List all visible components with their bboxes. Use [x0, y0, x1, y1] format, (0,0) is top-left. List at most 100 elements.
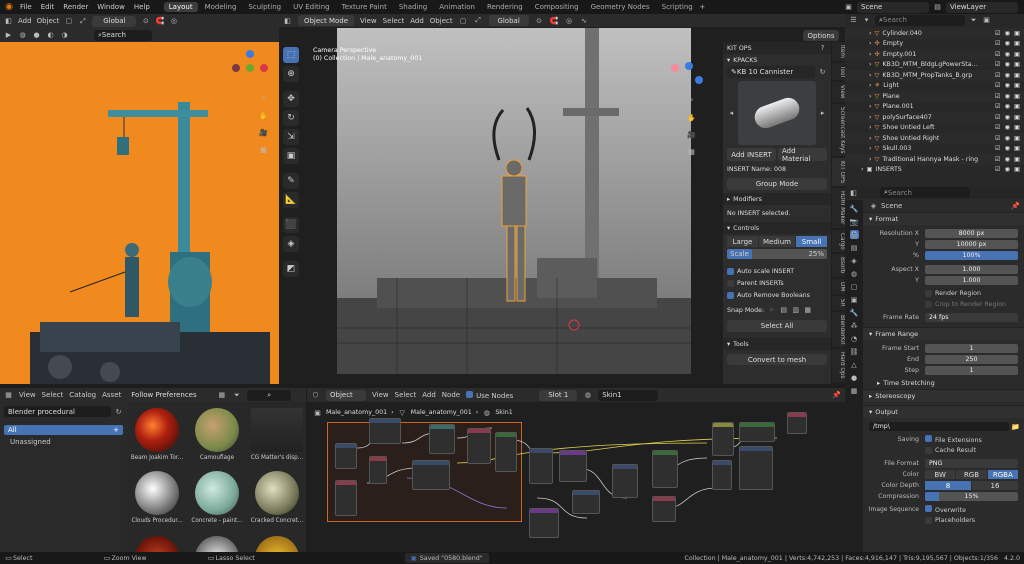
checkbox-icon[interactable]: ☑: [995, 30, 1001, 37]
visibility-eye-icon[interactable]: ◉: [1005, 61, 1011, 68]
shader-node[interactable]: [412, 460, 450, 490]
expand-icon[interactable]: ›: [861, 166, 864, 173]
sidebar-tab-blenderkit[interactable]: BlenderKit: [832, 311, 845, 348]
checkbox-icon[interactable]: ☑: [995, 114, 1001, 121]
camera-restrict-icon[interactable]: ▣: [1014, 30, 1020, 37]
kitops-tool-icon[interactable]: ◈: [283, 236, 299, 252]
sidebar-tab-view[interactable]: View: [832, 82, 845, 102]
visibility-eye-icon[interactable]: ◉: [1005, 156, 1011, 163]
modifiers-section[interactable]: ▸ Modifiers: [723, 193, 831, 205]
add-menu[interactable]: Add: [18, 17, 32, 25]
controls-section[interactable]: ▾ Controls: [723, 222, 831, 234]
visibility-eye-icon[interactable]: ◉: [1005, 72, 1011, 79]
visibility-eye-icon[interactable]: ◉: [1005, 82, 1011, 89]
asset-tile[interactable]: Beam Joakim Tor...: [128, 408, 186, 461]
checkbox-icon[interactable]: ☑: [995, 93, 1001, 100]
snap-icon[interactable]: 🧲: [550, 16, 559, 25]
expand-icon[interactable]: ›: [869, 103, 872, 110]
sidebar-tab-sr[interactable]: SR: [832, 295, 845, 310]
aspect-y-field[interactable]: 1.000: [925, 276, 1018, 285]
expand-icon[interactable]: ›: [869, 72, 872, 79]
editor-type-icon[interactable]: ▦: [4, 391, 13, 400]
select-box-icon[interactable]: ▢: [459, 16, 468, 25]
pan-hand-icon[interactable]: ✋: [687, 113, 696, 122]
camera-view-icon[interactable]: 🎥: [259, 128, 268, 137]
outliner-item[interactable]: › ▽ Traditional Hannya Mask - ring ☑ ◉ ▣: [845, 154, 1024, 165]
shader-node[interactable]: [335, 443, 357, 469]
tool-tab-icon[interactable]: 🔧: [850, 204, 859, 213]
camera-restrict-icon[interactable]: ▣: [1014, 145, 1020, 152]
shader-node[interactable]: [652, 496, 676, 522]
search-field[interactable]: ⌕ Search: [94, 29, 152, 41]
asset-menu[interactable]: Asset: [102, 391, 121, 399]
filter-icon[interactable]: ⏷: [232, 391, 241, 400]
pivot-icon[interactable]: ⊙: [535, 16, 544, 25]
tab-animation[interactable]: Animation: [434, 2, 480, 12]
resolution-y-field[interactable]: 10000 px: [925, 240, 1018, 249]
select-menu[interactable]: Select: [42, 391, 64, 399]
camera-view-icon[interactable]: 🎥: [687, 130, 696, 139]
sidebar-tab-item[interactable]: Item: [832, 42, 845, 61]
object-menu[interactable]: Object: [430, 17, 453, 25]
sidebar-tab-hard-ops[interactable]: Hard Ops: [832, 349, 845, 382]
visibility-eye-icon[interactable]: ◉: [1005, 93, 1011, 100]
outliner-item[interactable]: › ✣ Empty ☑ ◉ ▣: [845, 39, 1024, 50]
asset-tile[interactable]: Camouflage: [188, 408, 246, 461]
proportional-icon[interactable]: ◎: [565, 16, 574, 25]
expand-icon[interactable]: ›: [869, 51, 872, 58]
measure-tool-icon[interactable]: 📐: [283, 192, 299, 208]
camera-icon[interactable]: ▶: [4, 31, 13, 40]
camera-restrict-icon[interactable]: ▣: [1014, 124, 1020, 131]
refresh-icon[interactable]: ↻: [114, 407, 123, 416]
snap-grid-icon[interactable]: ▦: [803, 306, 812, 315]
expand-icon[interactable]: ›: [869, 61, 872, 68]
size-medium-button[interactable]: Medium: [759, 236, 795, 247]
main-nav-gizmo[interactable]: [671, 62, 707, 98]
folder-icon[interactable]: 📁: [1011, 422, 1020, 431]
outliner-item[interactable]: › ▽ polySurface407 ☑ ◉ ▣: [845, 112, 1024, 123]
refresh-icon[interactable]: ↻: [818, 68, 827, 77]
shader-node[interactable]: [612, 464, 638, 498]
next-thumb-icon[interactable]: ▸: [818, 109, 827, 118]
add-cube-tool-icon[interactable]: ⬛: [283, 217, 299, 233]
data-tab-icon[interactable]: △: [850, 360, 859, 369]
checkbox-icon[interactable]: ☑: [995, 51, 1001, 58]
left-nav-gizmo[interactable]: [232, 50, 268, 86]
shader-node[interactable]: [369, 456, 387, 484]
shader-node[interactable]: [739, 446, 773, 490]
library-dropdown[interactable]: Blender procedural: [4, 406, 111, 417]
expand-icon[interactable]: ›: [869, 124, 872, 131]
properties-type-icon[interactable]: ◧: [849, 188, 858, 197]
camera-restrict-icon[interactable]: ▣: [1014, 166, 1020, 173]
expand-icon[interactable]: ›: [869, 93, 872, 100]
asset-tile[interactable]: Clouds Procedur...: [128, 471, 186, 524]
cursor-tool-icon[interactable]: ⊕: [283, 66, 299, 82]
transform-tool-icon[interactable]: ▣: [283, 148, 299, 164]
asset-tile[interactable]: Concrete - paint...: [188, 471, 246, 524]
visibility-eye-icon[interactable]: ◉: [1005, 103, 1011, 110]
resolution-x-field[interactable]: 8000 px: [925, 229, 1018, 238]
camera-restrict-icon[interactable]: ▣: [1014, 156, 1020, 163]
checkbox-icon[interactable]: ☑: [995, 82, 1001, 89]
outliner-item[interactable]: › ▽ Shoe Untied Left ☑ ◉ ▣: [845, 123, 1024, 134]
shader-node[interactable]: [495, 432, 517, 472]
main-viewport[interactable]: ◧ Object Mode View Select Add Object ▢ ⤢…: [279, 14, 845, 384]
tools-section[interactable]: ▾ Tools: [723, 338, 831, 350]
tab-modeling[interactable]: Modeling: [200, 2, 242, 12]
annotate-tool-icon[interactable]: ✎: [283, 173, 299, 189]
color-rgba-button[interactable]: RGBA: [987, 470, 1018, 479]
parent-inserts-check[interactable]: Parent INSERTs: [723, 277, 831, 289]
stereoscopy-header[interactable]: ▸ Stereoscopy: [863, 389, 1024, 402]
select-all-button[interactable]: Select All: [727, 320, 827, 332]
catalog-all[interactable]: All +: [4, 425, 123, 435]
add-insert-button[interactable]: Add INSERT: [727, 148, 776, 161]
outliner-item[interactable]: › ▽ Plane.001 ☑ ◉ ▣: [845, 102, 1024, 113]
camera-restrict-icon[interactable]: ▣: [1014, 61, 1020, 68]
shading-render-icon[interactable]: ◑: [60, 31, 69, 40]
shader-node[interactable]: [529, 448, 553, 484]
shading-solid-icon[interactable]: ●: [32, 31, 41, 40]
aspect-x-field[interactable]: 1.000: [925, 265, 1018, 274]
output-tab-icon[interactable]: 🖨: [849, 230, 859, 239]
shader-node[interactable]: [369, 418, 401, 444]
checkbox-icon[interactable]: ☑: [995, 156, 1001, 163]
